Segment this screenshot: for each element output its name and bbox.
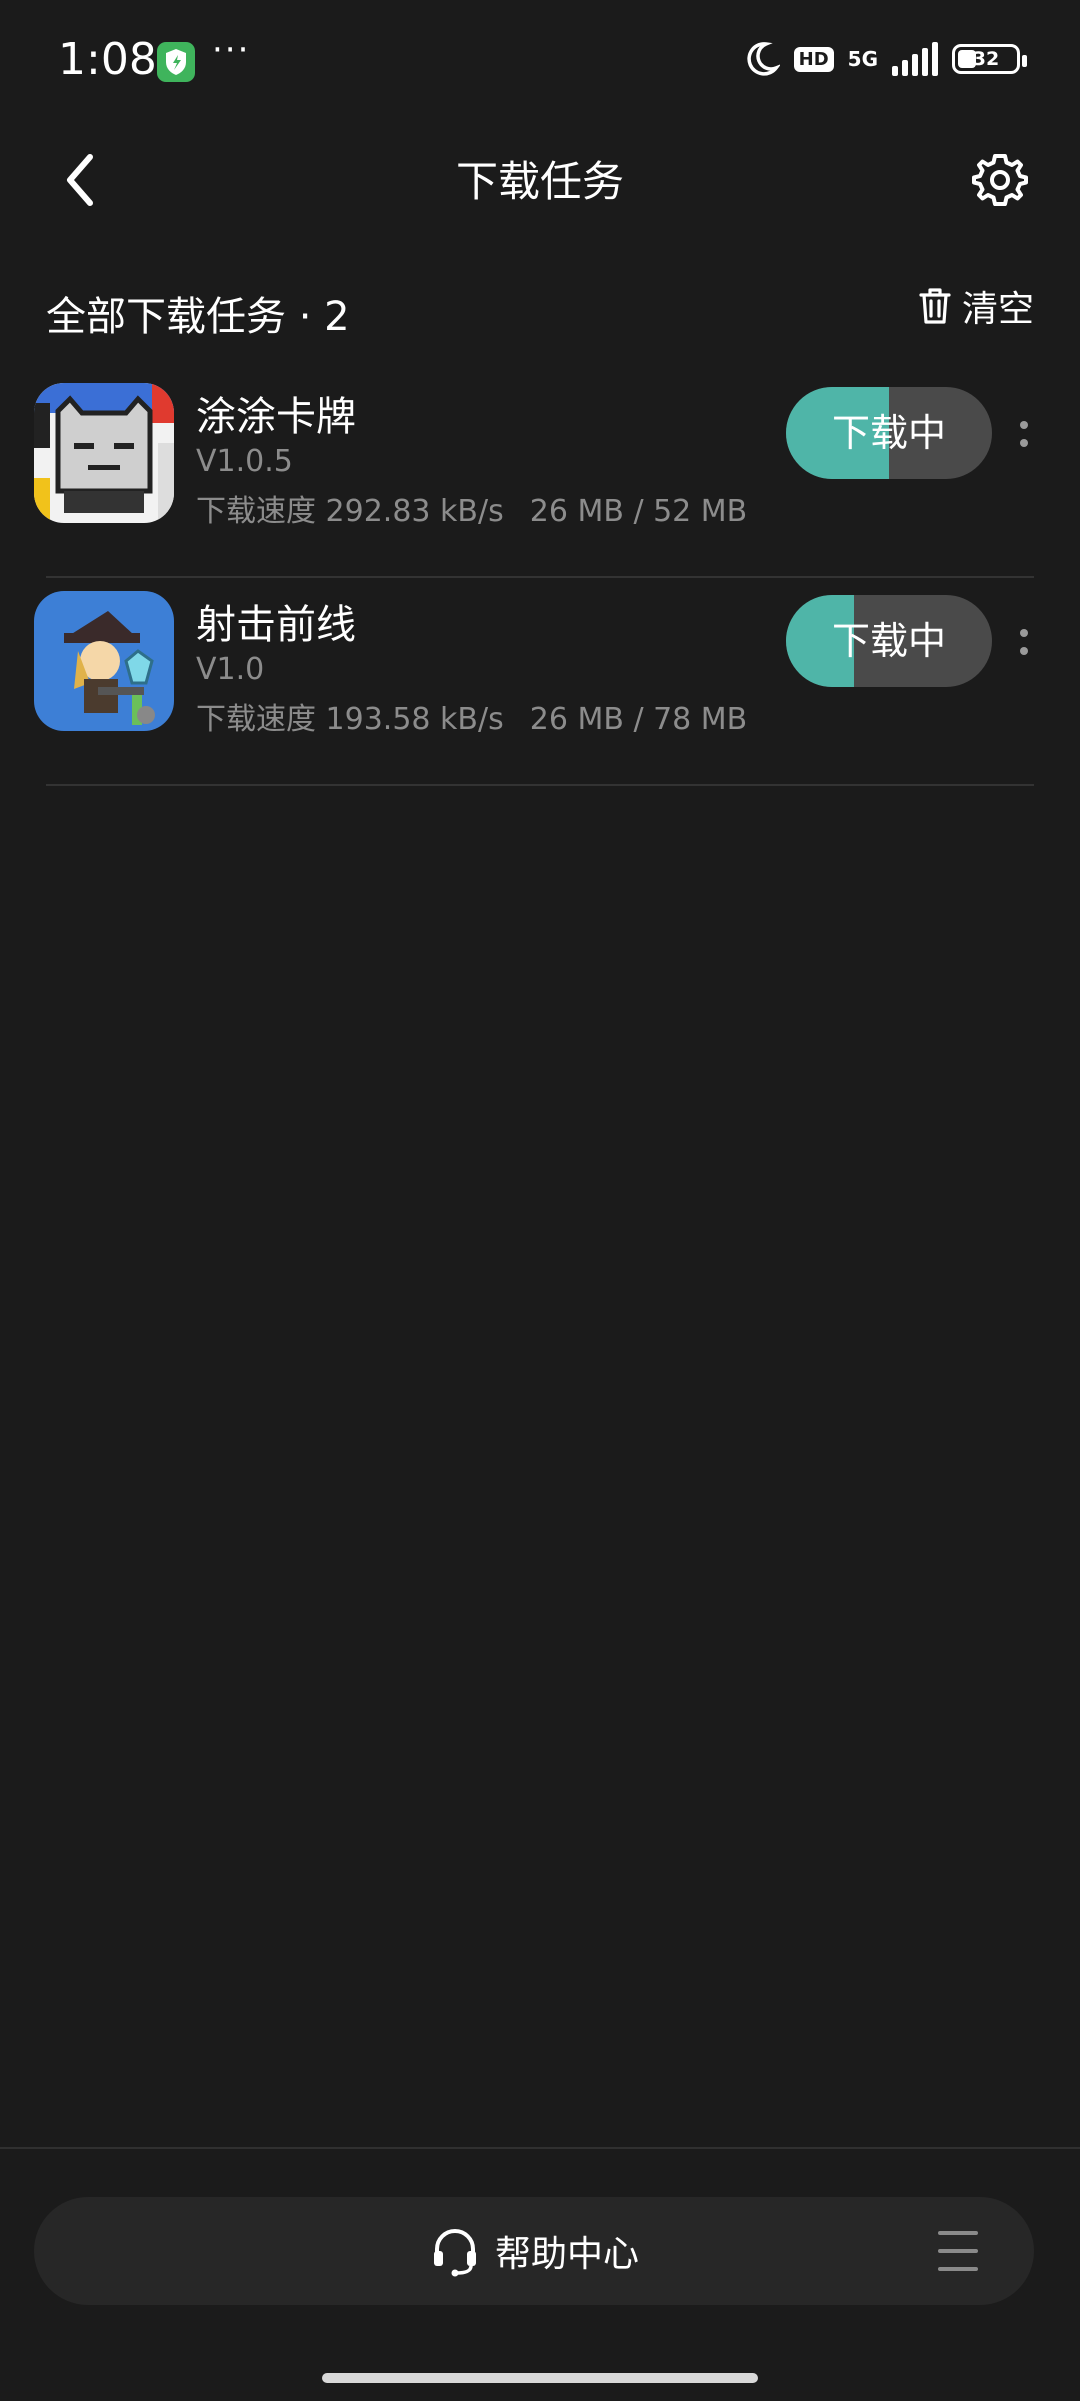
page-title: 下载任务 xyxy=(455,157,624,206)
security-shield-icon xyxy=(157,42,195,82)
bottom-separator xyxy=(0,2147,1080,2149)
app-icon-shooting-front xyxy=(34,591,174,731)
task-item[interactable]: 射击前线 V1.0 下载速度 193.58 kB/s 26 MB / 78 MB … xyxy=(0,578,1080,786)
network-type: 5G xyxy=(847,47,878,71)
signal-icon xyxy=(892,42,938,76)
settings-gear-icon xyxy=(972,154,1028,206)
app-name: 涂涂卡牌 xyxy=(196,394,356,440)
status-time: 1:08 xyxy=(58,34,157,85)
trash-icon xyxy=(919,288,951,324)
app-name: 射击前线 xyxy=(196,602,356,648)
more-vertical-icon xyxy=(1020,421,1028,429)
download-button-label: 下载中 xyxy=(831,619,946,663)
download-info: 下载速度 292.83 kB/s 26 MB / 52 MB xyxy=(196,486,773,530)
section-title: 全部下载任务 · 2 xyxy=(46,294,350,340)
divider xyxy=(46,784,1034,786)
status-bar: 1:08 ··· HD 5G 32 xyxy=(0,0,1080,120)
hd-badge: HD xyxy=(793,46,834,72)
app-version: V1.0 xyxy=(196,652,265,687)
download-speed: 下载速度 292.83 kB/s xyxy=(196,494,504,529)
download-info: 下载速度 193.58 kB/s 26 MB / 78 MB xyxy=(196,694,773,738)
battery-level: 32 xyxy=(972,48,1000,70)
download-speed: 下载速度 193.58 kB/s xyxy=(196,702,504,737)
app-icon-tutu-card xyxy=(34,383,174,523)
section-header: 全部下载任务 · 2 清空 xyxy=(46,280,1034,340)
more-notifications-icon: ··· xyxy=(212,30,251,70)
battery-icon: 32 xyxy=(952,44,1027,74)
download-button-label: 下载中 xyxy=(831,411,946,455)
settings-button[interactable] xyxy=(964,144,1036,216)
app-version: V1.0.5 xyxy=(196,444,293,479)
help-bar: 帮助中心 xyxy=(34,2197,1034,2305)
task-item[interactable]: 涂涂卡牌 V1.0.5 下载速度 292.83 kB/s 26 MB / 52 M… xyxy=(0,370,1080,578)
download-size: 26 MB / 78 MB xyxy=(529,702,748,737)
status-indicators: HD 5G 32 xyxy=(742,40,1027,78)
more-options-button[interactable] xyxy=(1012,410,1036,458)
home-indicator[interactable] xyxy=(322,2373,758,2383)
moon-icon xyxy=(746,42,780,76)
download-progress-button[interactable]: 下载中 xyxy=(786,387,992,479)
menu-button[interactable] xyxy=(938,2231,978,2271)
clear-label: 清空 xyxy=(961,289,1034,330)
download-size: 26 MB / 52 MB xyxy=(529,494,748,529)
menu-icon xyxy=(938,2231,978,2235)
more-options-button[interactable] xyxy=(1012,618,1036,666)
headset-icon xyxy=(433,2229,476,2277)
clear-button[interactable]: 清空 xyxy=(918,280,1034,332)
help-center-label: 帮助中心 xyxy=(494,2234,639,2275)
task-list: 涂涂卡牌 V1.0.5 下载速度 292.83 kB/s 26 MB / 52 M… xyxy=(0,370,1080,786)
help-center-button[interactable]: 帮助中心 xyxy=(34,2197,1034,2305)
download-progress-button[interactable]: 下载中 xyxy=(786,595,992,687)
header: 下载任务 xyxy=(0,130,1080,230)
more-vertical-icon xyxy=(1020,629,1028,637)
